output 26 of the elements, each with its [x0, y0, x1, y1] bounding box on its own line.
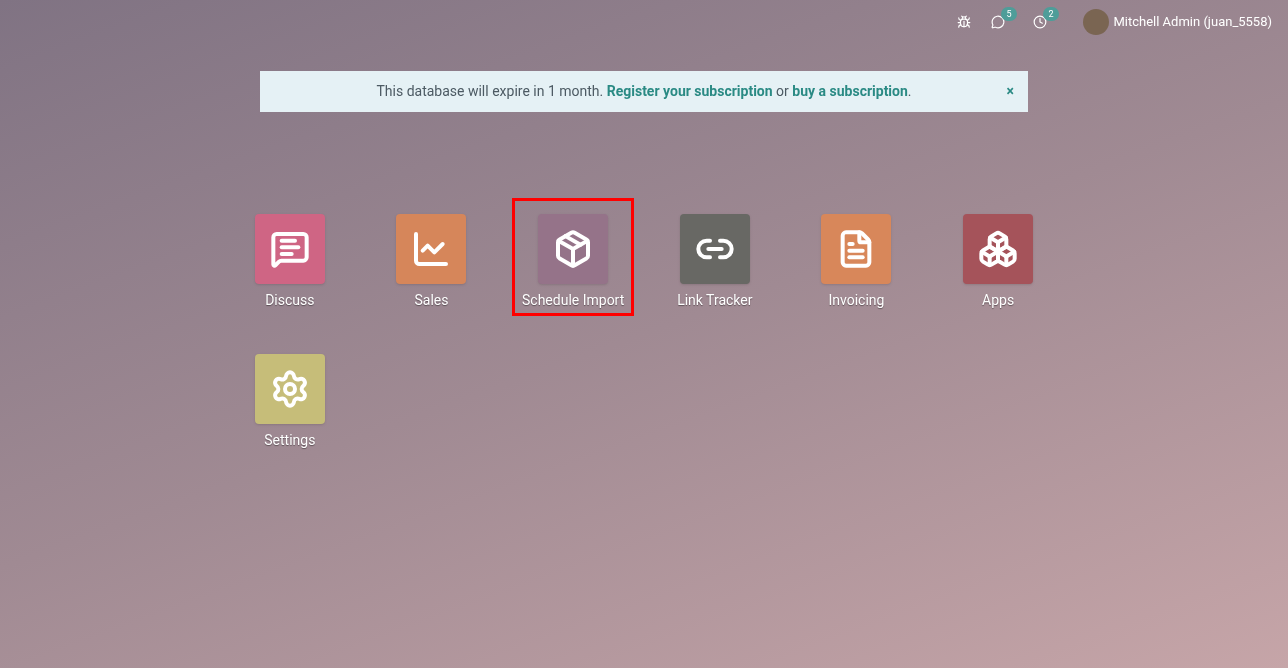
app-label: Sales	[414, 291, 449, 310]
activity-count-badge: 2	[1043, 7, 1059, 21]
chat-icon[interactable]	[991, 15, 1006, 29]
user-name[interactable]: Mitchell Admin (juan_5558)	[1113, 12, 1272, 32]
app-tile[interactable]: Discuss	[228, 198, 351, 316]
app-label: Discuss	[265, 291, 315, 310]
bug-icon[interactable]	[957, 15, 972, 29]
cubes-icon	[978, 229, 1019, 269]
app-label: Invoicing	[828, 291, 885, 310]
close-button[interactable]: ×	[1006, 81, 1014, 102]
expiry-message: This database will expire in 1 month. Register your subscription or buy a subscription.	[376, 82, 912, 101]
app-tile[interactable]: Settings	[228, 338, 351, 456]
app-tile[interactable]: Link Tracker	[653, 198, 776, 316]
app-label: Schedule Import	[522, 291, 625, 310]
subscription-link[interactable]: Register your subscription	[606, 83, 773, 99]
app-label: Link Tracker	[677, 291, 753, 310]
chat-bubble-icon	[269, 229, 310, 269]
app-label: Apps	[982, 291, 1015, 310]
message-count-badge: 5	[1001, 7, 1017, 21]
app-label: Settings	[264, 431, 316, 450]
app-tile[interactable]: Invoicing	[795, 198, 918, 316]
subscription-link[interactable]: buy a subscription	[792, 83, 908, 99]
app-tile[interactable]: Apps	[937, 198, 1060, 316]
app-tile[interactable]: Sales	[370, 198, 493, 316]
app-tile[interactable]: Schedule Import	[512, 198, 635, 316]
clock-icon[interactable]	[1033, 15, 1048, 29]
